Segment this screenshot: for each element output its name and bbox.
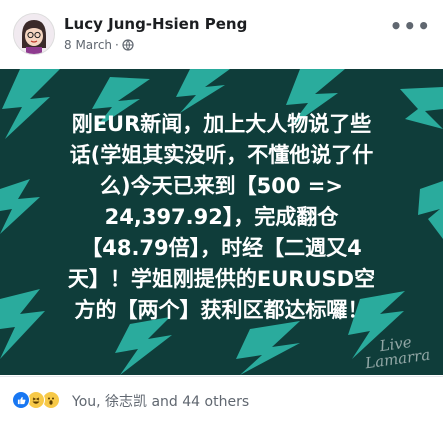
- more-options-icon[interactable]: •••: [390, 16, 431, 36]
- post-date[interactable]: 8 March: [64, 38, 112, 52]
- meta-separator: ·: [115, 38, 119, 52]
- like-icon[interactable]: [12, 391, 30, 409]
- surprised-face: [48, 397, 54, 405]
- laughing-face: [32, 397, 40, 404]
- avatar[interactable]: [13, 13, 55, 55]
- post-text: 刚EUR新闻，加上大人物说了些 话(学姐其实没听，不懂他说了什 么)今天已来到【…: [67, 112, 376, 322]
- reactions-summary[interactable]: You, 徐志凯 and 44 others: [72, 391, 249, 411]
- globe-icon[interactable]: [122, 39, 134, 51]
- avatar-illustration: [14, 14, 54, 54]
- thumbs-up-glyph: [17, 396, 25, 404]
- author-name[interactable]: Lucy Jung-Hsien Peng: [64, 15, 247, 33]
- post-image[interactable]: 刚EUR新闻，加上大人物说了些 话(学姐其实没听，不懂他说了什 么)今天已来到【…: [0, 69, 443, 375]
- post-header: Lucy Jung-Hsien Peng 8 March · •••: [0, 0, 443, 68]
- reactions-bar: You, 徐志凯 and 44 others: [0, 376, 443, 424]
- reaction-icons[interactable]: [12, 391, 60, 409]
- post-meta: 8 March ·: [64, 38, 134, 52]
